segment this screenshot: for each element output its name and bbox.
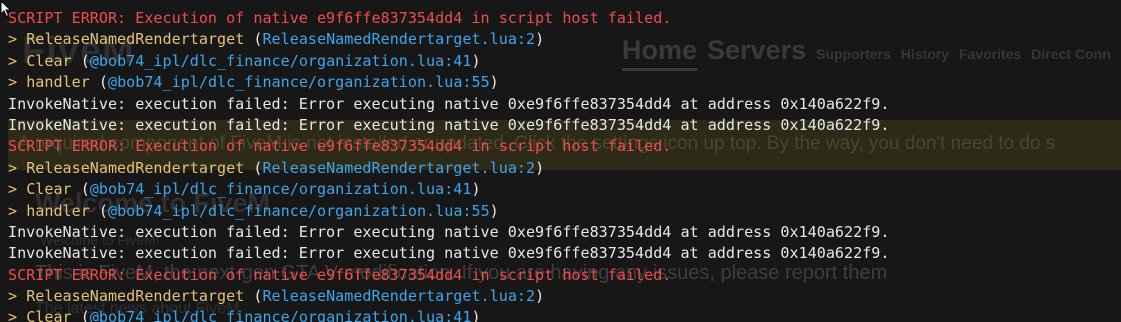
trace-arrow: > xyxy=(8,308,18,322)
trace-function: handler xyxy=(26,73,90,92)
trace-location: ReleaseNamedRendertarget.lua:2 xyxy=(262,30,536,49)
trace-location: @bob74_ipl/dlc_finance/organization.lua:… xyxy=(89,51,472,70)
paren-open: ( xyxy=(80,308,90,322)
log-message: InvokeNative: execution failed: Error ex… xyxy=(8,94,890,113)
trace-location: @bob74_ipl/dlc_finance/organization.lua:… xyxy=(89,180,472,199)
stack-trace-line: > ReleaseNamedRendertarget (ReleaseNamed… xyxy=(8,29,1121,50)
stack-trace-line: > handler (@bob74_ipl/dlc_finance/organi… xyxy=(8,201,1121,222)
trace-function: ReleaseNamedRendertarget xyxy=(26,30,245,49)
stack-trace-line: > handler (@bob74_ipl/dlc_finance/organi… xyxy=(8,72,1121,93)
trace-location: @bob74_ipl/dlc_finance/organization.lua:… xyxy=(108,201,490,220)
trace-location: ReleaseNamedRendertarget.lua:2 xyxy=(262,287,536,306)
error-line: SCRIPT ERROR: Execution of native e9f6ff… xyxy=(8,8,1121,29)
trace-function: ReleaseNamedRendertarget xyxy=(26,287,245,306)
error-line: SCRIPT ERROR: Execution of native e9f6ff… xyxy=(8,136,1121,157)
trace-location: @bob74_ipl/dlc_finance/organization.lua:… xyxy=(89,308,472,322)
stack-trace-line: > Clear (@bob74_ipl/dlc_finance/organiza… xyxy=(8,179,1121,200)
invoke-native-line: InvokeNative: execution failed: Error ex… xyxy=(8,115,1121,136)
game-console-screen: FiveM Home Servers Supporters History Fa… xyxy=(0,0,1121,322)
stack-trace-line: > Clear (@bob74_ipl/dlc_finance/organiza… xyxy=(8,51,1121,72)
trace-location: @bob74_ipl/dlc_finance/organization.lua:… xyxy=(108,73,490,92)
error-message: SCRIPT ERROR: Execution of native e9f6ff… xyxy=(8,9,672,27)
trace-function: Clear xyxy=(26,308,72,322)
trace-arrow: > xyxy=(8,180,18,199)
error-message: SCRIPT ERROR: Execution of native e9f6ff… xyxy=(8,137,672,156)
trace-arrow: > xyxy=(8,201,18,220)
paren-close: ) xyxy=(471,308,481,322)
paren-close: ) xyxy=(489,73,499,92)
mouse-pointer-icon xyxy=(0,0,12,18)
trace-function: Clear xyxy=(26,51,72,70)
error-message: SCRIPT ERROR: Execution of native e9f6ff… xyxy=(8,265,672,284)
trace-function: handler xyxy=(26,201,90,220)
invoke-native-line: InvokeNative: execution failed: Error ex… xyxy=(8,94,1121,115)
stack-trace-line: > ReleaseNamedRendertarget (ReleaseNamed… xyxy=(8,158,1121,179)
trace-function: Clear xyxy=(26,180,72,199)
trace-arrow: > xyxy=(8,287,18,306)
paren-close: ) xyxy=(535,158,545,177)
trace-function: ReleaseNamedRendertarget xyxy=(26,158,245,177)
trace-arrow: > xyxy=(8,51,18,70)
log-message: InvokeNative: execution failed: Error ex… xyxy=(8,244,890,263)
paren-open: ( xyxy=(98,73,108,92)
paren-close: ) xyxy=(535,287,545,306)
paren-open: ( xyxy=(80,51,90,70)
invoke-native-line: InvokeNative: execution failed: Error ex… xyxy=(8,243,1121,264)
paren-close: ) xyxy=(535,30,545,49)
paren-open: ( xyxy=(80,180,90,199)
stack-trace-line: > ReleaseNamedRendertarget (ReleaseNamed… xyxy=(8,286,1121,307)
trace-arrow: > xyxy=(8,158,18,177)
trace-location: ReleaseNamedRendertarget.lua:2 xyxy=(262,158,536,177)
console-log: SCRIPT ERROR: Execution of native e9f6ff… xyxy=(0,0,1121,322)
log-message: InvokeNative: execution failed: Error ex… xyxy=(8,222,890,241)
stack-trace-line: > Clear (@bob74_ipl/dlc_finance/organiza… xyxy=(8,307,1121,322)
paren-close: ) xyxy=(471,51,481,70)
invoke-native-line: InvokeNative: execution failed: Error ex… xyxy=(8,222,1121,243)
paren-open: ( xyxy=(98,201,108,220)
log-message: InvokeNative: execution failed: Error ex… xyxy=(8,115,890,134)
paren-close: ) xyxy=(489,201,499,220)
error-line: SCRIPT ERROR: Execution of native e9f6ff… xyxy=(8,265,1121,286)
trace-arrow: > xyxy=(8,73,18,92)
trace-arrow: > xyxy=(8,30,18,49)
paren-close: ) xyxy=(471,180,481,199)
